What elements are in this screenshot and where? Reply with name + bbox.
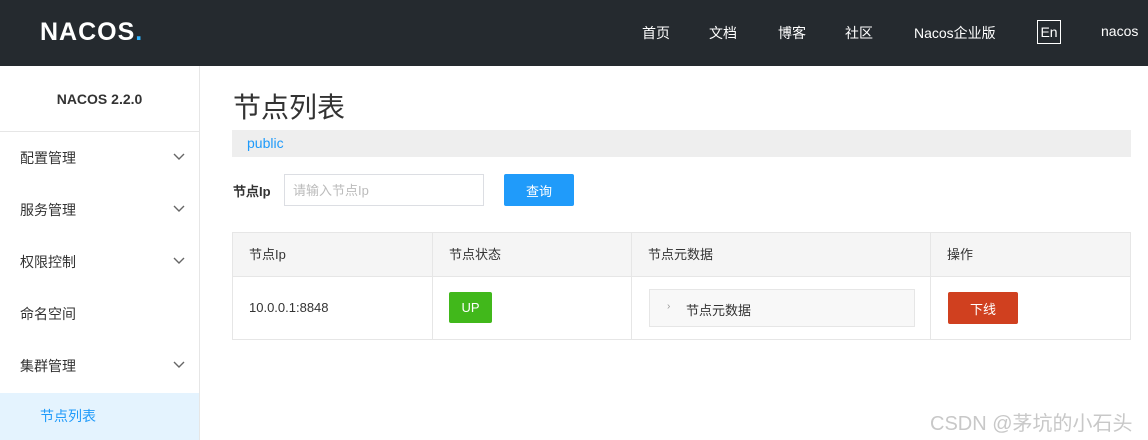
sidebar-item-access-control[interactable]: 权限控制 <box>0 236 199 288</box>
version-label: NACOS 2.2.0 <box>0 66 199 132</box>
sidebar-item-label: 集群管理 <box>20 358 76 374</box>
sidebar-item-config-management[interactable]: 配置管理 <box>0 132 199 184</box>
nav-enterprise[interactable]: Nacos企业版 <box>914 23 996 43</box>
sidebar-item-cluster-management[interactable]: 集群管理 <box>0 340 199 392</box>
logo-dot: . <box>135 18 144 46</box>
offline-button[interactable]: 下线 <box>948 292 1018 324</box>
node-ip-input[interactable] <box>284 174 484 206</box>
namespace-link-public[interactable]: public <box>247 135 284 151</box>
metadata-label: 节点元数据 <box>686 303 752 318</box>
column-header-actions: 操作 <box>947 247 974 262</box>
nav-docs[interactable]: 文档 <box>709 23 737 43</box>
node-table: 节点Ip 节点状态 节点元数据 操作 10.0.0.1:8848 UP › 节点… <box>232 232 1131 340</box>
node-ip-label: 节点Ip <box>233 184 271 199</box>
logo-text: NACOS <box>40 18 136 46</box>
metadata-collapse[interactable]: › 节点元数据 <box>649 289 915 327</box>
user-menu[interactable]: nacos <box>1101 23 1138 39</box>
chevron-down-icon <box>173 340 187 392</box>
chevron-down-icon <box>173 132 187 184</box>
sidebar-item-label: 服务管理 <box>20 202 76 218</box>
nav-home[interactable]: 首页 <box>642 23 670 43</box>
watermark: CSDN @茅坑的小石头 <box>930 413 1133 435</box>
sidebar-item-service-management[interactable]: 服务管理 <box>0 184 199 236</box>
page-title: 节点列表 <box>233 92 346 123</box>
status-badge: UP <box>449 292 492 323</box>
query-button[interactable]: 查询 <box>504 174 574 206</box>
nav-community[interactable]: 社区 <box>845 23 873 43</box>
namespace-bar: public <box>232 130 1131 157</box>
column-header-node-metadata: 节点元数据 <box>648 247 714 262</box>
sidebar-item-label: 配置管理 <box>20 150 76 166</box>
chevron-right-icon: › <box>667 301 671 312</box>
sidebar-item-label: 命名空间 <box>20 306 76 322</box>
sidebar-subitem-node-list[interactable]: 节点列表 <box>0 393 199 440</box>
column-header-node-ip: 节点Ip <box>249 247 286 262</box>
node-ip-cell: 10.0.0.1:8848 <box>249 300 329 315</box>
language-switch-button[interactable]: En <box>1037 20 1061 44</box>
chevron-down-icon <box>173 184 187 236</box>
sidebar-item-label: 权限控制 <box>20 254 76 270</box>
chevron-down-icon <box>173 236 187 288</box>
sidebar-item-namespace[interactable]: 命名空间 <box>0 288 199 340</box>
nacos-logo[interactable]: NACOS. <box>40 18 143 47</box>
top-navbar: NACOS. 首页 文档 博客 社区 Nacos企业版 En nacos <box>0 0 1148 66</box>
sidebar: NACOS 2.2.0 配置管理 服务管理 权限控制 命名空间 集群管理 节点列… <box>0 66 200 440</box>
column-header-node-status: 节点状态 <box>449 247 502 262</box>
nav-blog[interactable]: 博客 <box>778 23 806 43</box>
